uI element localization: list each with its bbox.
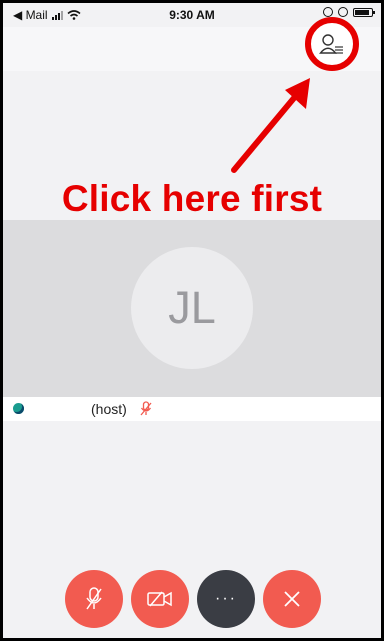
participants-button[interactable] xyxy=(305,17,359,71)
battery-icon xyxy=(353,7,375,17)
mic-muted-icon xyxy=(86,587,102,610)
video-area: JL xyxy=(3,220,381,397)
participant-avatar: JL xyxy=(131,247,253,369)
muted-mic-icon xyxy=(140,401,152,416)
alarm-icon xyxy=(338,7,348,17)
unmute-button[interactable] xyxy=(65,570,123,628)
status-right xyxy=(323,7,375,17)
close-icon xyxy=(284,591,300,607)
meeting-screen: ◀ Mail 9:30 AM Click here first JL (host… xyxy=(3,3,381,638)
orientation-lock-icon xyxy=(323,7,333,17)
participant-name-bar: (host) xyxy=(3,397,381,421)
annotation-text: Click here first xyxy=(61,178,323,219)
leave-meeting-button[interactable] xyxy=(263,570,321,628)
video-off-icon xyxy=(147,591,172,607)
participants-icon xyxy=(319,34,343,54)
start-video-button[interactable] xyxy=(131,570,189,628)
more-options-button[interactable]: ··· xyxy=(197,570,255,628)
host-label: (host) xyxy=(91,401,127,417)
call-controls: ··· xyxy=(3,570,381,630)
connection-status-icon xyxy=(13,403,24,414)
more-options-label: ··· xyxy=(215,590,237,607)
